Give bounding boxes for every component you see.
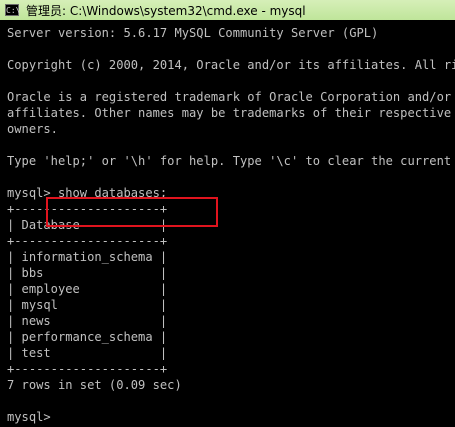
title-bar[interactable]: C:\ 管理员: C:\Windows\system32\cmd.exe - m… <box>0 0 455 20</box>
console-line: Server version: 5.6.17 MySQL Community S… <box>7 26 379 40</box>
console-line: Type 'help;' or '\h' for help. Type '\c'… <box>7 154 452 168</box>
console-line: | employee | <box>7 282 168 296</box>
console-line: owners. <box>7 122 58 136</box>
console-output[interactable]: Server version: 5.6.17 MySQL Community S… <box>0 20 455 427</box>
highlight-box <box>46 197 218 227</box>
console-line: | news | <box>7 314 168 328</box>
cmd-icon[interactable]: C:\ <box>5 4 20 16</box>
console-line: affiliates. Other names may be trademark… <box>7 106 452 120</box>
console-line: | bbs | <box>7 266 168 280</box>
console-line: mysql> <box>7 410 58 424</box>
console-line: 7 rows in set (0.09 sec) <box>7 378 182 392</box>
console-line: | mysql | <box>7 298 168 312</box>
console-line: | information_schema | <box>7 250 168 264</box>
console-line: Copyright (c) 2000, 2014, Oracle and/or … <box>7 58 455 72</box>
console-line: +--------------------+ <box>7 362 168 376</box>
console-line: Oracle is a registered trademark of Orac… <box>7 90 455 104</box>
console-line: +--------------------+ <box>7 234 168 248</box>
window-title: 管理员: C:\Windows\system32\cmd.exe - mysql <box>26 3 306 18</box>
console-line: | test | <box>7 346 168 360</box>
console-line: | performance_schema | <box>7 330 168 344</box>
